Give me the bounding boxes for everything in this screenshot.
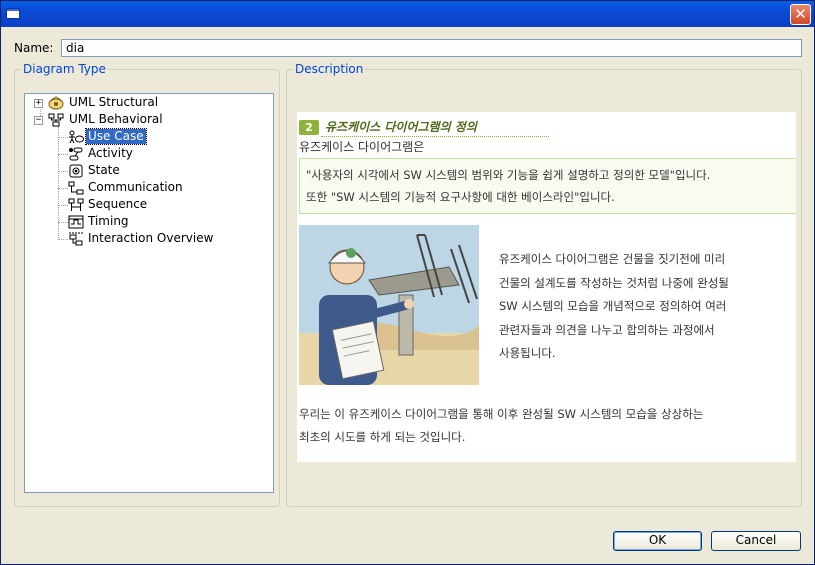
- definition-quote-box: "사용자의 시각에서 SW 시스템의 범위와 기능을 쉽게 설명하고 정의한 모…: [299, 158, 796, 214]
- collapse-toggle[interactable]: −: [34, 116, 43, 125]
- title-bar[interactable]: ✕: [1, 1, 814, 27]
- body-line: 사용됩니다.: [499, 346, 556, 360]
- tree-item-label: UML Behavioral: [69, 112, 163, 126]
- tree-item-communication[interactable]: Communication: [25, 180, 265, 196]
- use-case-icon: [68, 130, 84, 144]
- tree-item-use-case[interactable]: Use Case: [25, 128, 265, 145]
- conclusion-line: 우리는 이 유즈케이스 다이어그램을 통해 이후 완성될 SW 시스템의 모습을…: [299, 407, 704, 421]
- state-icon: [68, 164, 84, 178]
- diagram-type-title: Diagram Type: [21, 62, 108, 76]
- sequence-icon: [68, 198, 84, 212]
- section-heading: 2 유즈케이스 다이어그램의 정의: [299, 120, 549, 137]
- name-input[interactable]: dia: [61, 39, 802, 57]
- timing-icon: [68, 215, 84, 229]
- ok-button[interactable]: OK: [613, 531, 702, 551]
- description-body: 유즈케이스 다이어그램은 건물을 짓기전에 미리 건물의 설계도를 작성하는 것…: [499, 248, 779, 366]
- body-line: 건물의 설계도를 작성하는 것처럼 나중에 완성될: [499, 275, 729, 290]
- new-diagram-dialog: ✕ Name: dia Diagram Type + UML Structura…: [0, 0, 815, 565]
- diagram-type-tree[interactable]: + UML Structural − UML Behavioral Use Ca…: [24, 93, 274, 493]
- name-label: Name:: [14, 41, 54, 55]
- section-title: 유즈케이스 다이어그램의 정의: [325, 120, 477, 134]
- tree-item-timing[interactable]: Timing: [25, 214, 265, 230]
- tree-item-label: Timing: [88, 214, 129, 228]
- quote-line: "사용자의 시각에서 SW 시스템의 범위와 기능을 쉽게 설명하고 정의한 모…: [306, 168, 711, 182]
- section-number-badge: 2: [299, 120, 319, 135]
- tree-item-label: Sequence: [88, 197, 148, 211]
- tree-item-activity[interactable]: Activity: [25, 146, 265, 162]
- engineer-illustration: [299, 225, 479, 385]
- tree-item-state[interactable]: State: [25, 163, 265, 179]
- tree-item-label: Interaction Overview: [88, 231, 214, 245]
- tree-item-label: Communication: [88, 180, 183, 194]
- tree-item-label: State: [88, 163, 120, 177]
- description-title: Description: [293, 62, 366, 76]
- tree-item-label: UML Structural: [69, 95, 159, 109]
- body-line: 유즈케이스 다이어그램은 건물을 짓기전에 미리: [499, 252, 726, 266]
- uml-structural-icon: [48, 96, 64, 110]
- cancel-button[interactable]: Cancel: [711, 531, 801, 551]
- window-icon: [6, 8, 20, 19]
- tree-item-uml-behavioral[interactable]: − UML Behavioral: [25, 112, 265, 128]
- tree-item-label: Activity: [88, 146, 133, 160]
- activity-icon: [68, 147, 84, 161]
- conclusion-line: 최초의 시도를 하게 되는 것입니다.: [299, 430, 466, 444]
- section-underline: [321, 136, 549, 137]
- tree-item-sequence[interactable]: Sequence: [25, 197, 265, 213]
- description-panel: 2 유즈케이스 다이어그램의 정의 유즈케이스 다이어그램은 "사용자의 시각에…: [297, 112, 796, 462]
- description-subtitle: 유즈케이스 다이어그램은: [299, 140, 425, 154]
- body-line: SW 시스템의 모습을 개념적으로 정의하여 여러: [499, 299, 727, 313]
- tree-item-interaction-overview[interactable]: Interaction Overview: [25, 231, 265, 247]
- tree-item-label: Use Case: [85, 128, 147, 145]
- tree-item-uml-structural[interactable]: + UML Structural: [25, 95, 265, 111]
- description-conclusion: 우리는 이 유즈케이스 다이어그램을 통해 이후 완성될 SW 시스템의 모습을…: [299, 403, 789, 449]
- quote-line: 또한 "SW 시스템의 기능적 요구사항에 대한 베이스라인"입니다.: [306, 190, 615, 204]
- communication-icon: [68, 181, 84, 195]
- body-line: 관련자들과 의견을 나누고 합의하는 과정에서: [499, 322, 715, 337]
- close-button[interactable]: ✕: [790, 4, 811, 25]
- uml-behavioral-icon: [48, 113, 64, 127]
- expand-toggle[interactable]: +: [34, 99, 43, 108]
- interaction-overview-icon: [68, 232, 84, 246]
